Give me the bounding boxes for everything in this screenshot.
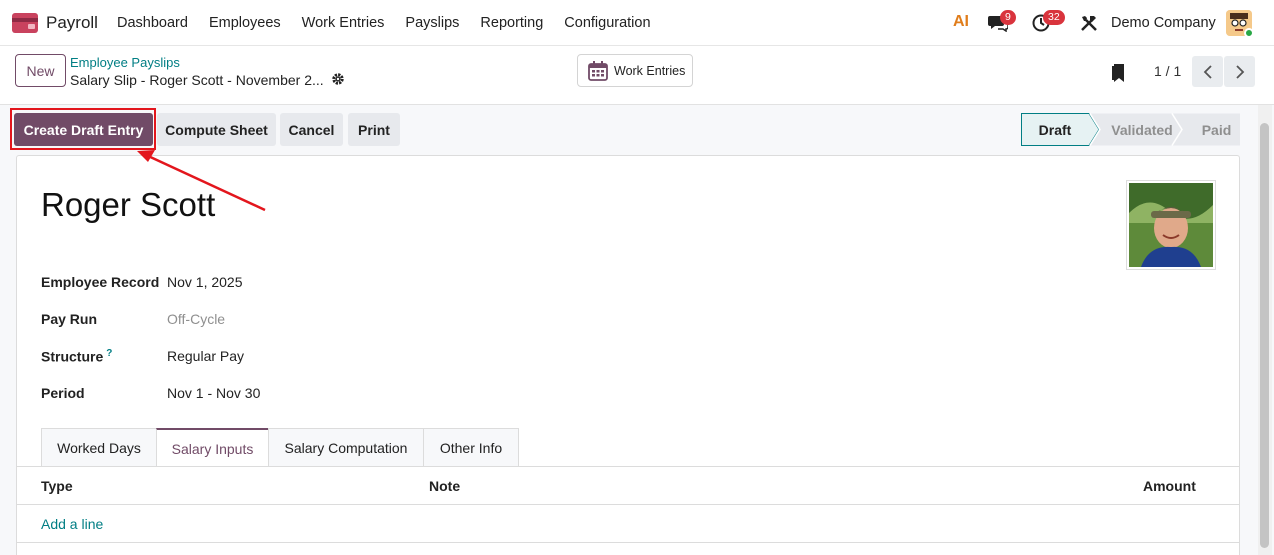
tab-worked-days[interactable]: Worked Days: [41, 428, 157, 466]
field-label-structure: Structure?: [41, 348, 112, 365]
menu-configuration[interactable]: Configuration: [564, 15, 650, 31]
tab-salary-inputs[interactable]: Salary Inputs: [156, 428, 269, 467]
compute-sheet-button[interactable]: Compute Sheet: [157, 113, 276, 146]
bookmark-icon[interactable]: [1111, 64, 1125, 82]
status-paid[interactable]: Paid: [1179, 113, 1240, 146]
work-entries-label: Work Entries: [614, 63, 686, 78]
gear-icon[interactable]: [331, 72, 345, 86]
column-note[interactable]: Note: [429, 478, 460, 494]
messages-badge: 9: [1000, 10, 1016, 25]
field-label-pay-run: Pay Run: [41, 311, 98, 327]
scrollbar-thumb[interactable]: [1260, 123, 1269, 548]
pager-next-button[interactable]: [1224, 56, 1255, 87]
record-title: Salary Slip - Roger Scott - November 2..…: [70, 72, 324, 88]
column-type[interactable]: Type: [41, 478, 73, 494]
pager-counter[interactable]: 1 / 1: [1154, 63, 1181, 79]
tab-salary-computation[interactable]: Salary Computation: [268, 428, 424, 466]
structure-label-text: Structure: [41, 348, 104, 365]
add-a-line-link[interactable]: Add a line: [41, 516, 103, 532]
control-panel: New Employee Payslips Salary Slip - Roge…: [0, 46, 1274, 105]
new-button[interactable]: New: [15, 54, 66, 87]
top-navbar: Payroll Dashboard Employees Work Entries…: [0, 0, 1274, 46]
company-switcher[interactable]: Demo Company: [1111, 15, 1216, 31]
table-row-divider: [17, 542, 1239, 543]
chevron-left-icon: [1203, 64, 1212, 79]
ai-icon[interactable]: AI: [953, 13, 969, 31]
calendar-icon: [588, 60, 608, 81]
create-draft-entry-button[interactable]: Create Draft Entry: [14, 113, 153, 146]
form-sheet: Roger Scott Employee Record Nov 1, 2025 …: [16, 155, 1240, 555]
field-label-employee-record: Employee Record: [41, 274, 160, 290]
work-entries-button[interactable]: Work Entries: [577, 54, 693, 87]
field-label-period: Period: [41, 385, 85, 401]
field-value-structure[interactable]: Regular Pay: [167, 348, 244, 364]
structure-help-icon[interactable]: ?: [106, 348, 112, 359]
menu-employees[interactable]: Employees: [209, 15, 281, 31]
menu-payslips[interactable]: Payslips: [405, 15, 459, 31]
menu-reporting[interactable]: Reporting: [480, 15, 543, 31]
status-bar: Draft Validated Paid: [1021, 113, 1240, 146]
payroll-app-icon[interactable]: [12, 13, 38, 33]
status-validated[interactable]: Validated: [1089, 113, 1179, 146]
print-button[interactable]: Print: [348, 113, 400, 146]
vertical-scrollbar[interactable]: [1258, 105, 1272, 555]
menu-work-entries[interactable]: Work Entries: [302, 15, 385, 31]
breadcrumb-employee-payslips[interactable]: Employee Payslips: [70, 55, 180, 70]
activities-badge: 32: [1043, 10, 1065, 25]
field-value-employee-record[interactable]: Nov 1, 2025: [167, 274, 243, 290]
pager-previous-button[interactable]: [1192, 56, 1223, 87]
status-draft[interactable]: Draft: [1021, 113, 1089, 146]
tab-other-info[interactable]: Other Info: [423, 428, 519, 466]
tabs-divider: [17, 466, 1239, 467]
menu-dashboard[interactable]: Dashboard: [117, 15, 188, 31]
notebook-tabs: Worked Days Salary Inputs Salary Computa…: [41, 428, 519, 467]
cancel-button[interactable]: Cancel: [280, 113, 343, 146]
chevron-right-icon: [1235, 64, 1244, 79]
table-header-divider: [17, 504, 1239, 505]
column-amount[interactable]: Amount: [1143, 478, 1196, 494]
employee-name: Roger Scott: [41, 186, 216, 223]
online-status-indicator: [1244, 28, 1254, 38]
debug-tools-icon[interactable]: [1080, 14, 1098, 32]
field-value-pay-run[interactable]: Off-Cycle: [167, 311, 225, 327]
field-value-period[interactable]: Nov 1 - Nov 30: [167, 385, 260, 401]
app-name[interactable]: Payroll: [46, 13, 98, 33]
employee-photo[interactable]: [1126, 180, 1216, 270]
main-menu: Dashboard Employees Work Entries Payslip…: [117, 15, 672, 31]
